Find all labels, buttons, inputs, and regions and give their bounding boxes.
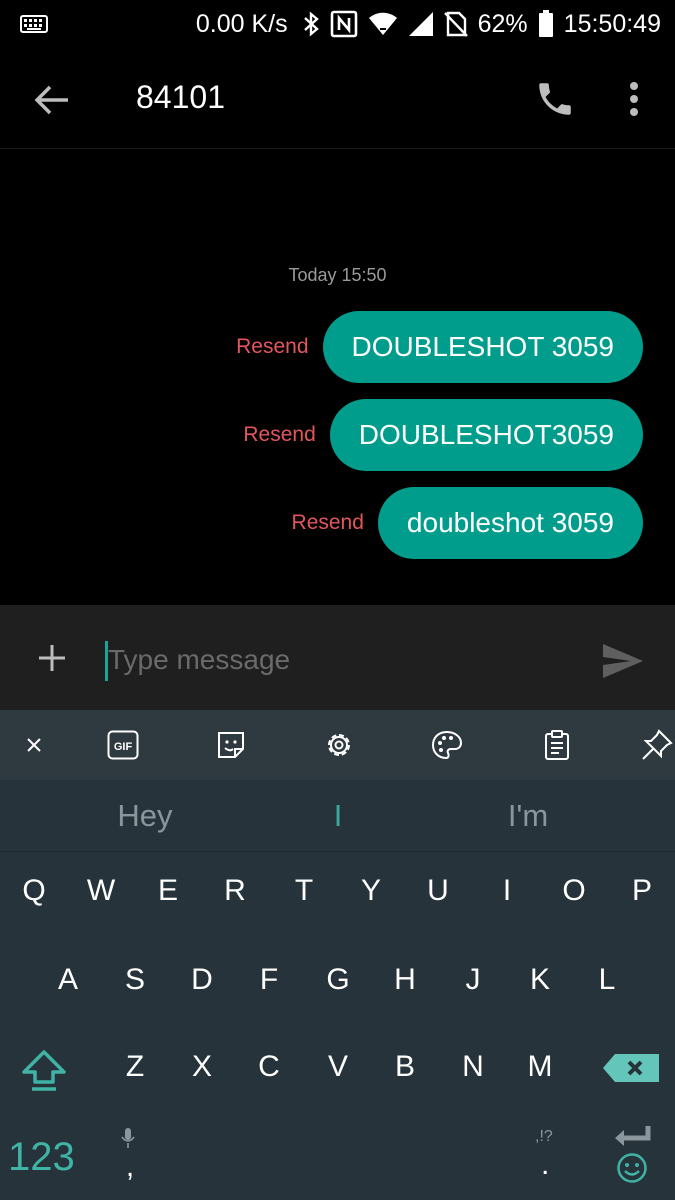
keyboard-icon <box>20 15 48 33</box>
key-a[interactable]: A <box>38 963 98 997</box>
key-n[interactable]: N <box>443 1050 503 1084</box>
message-bubble[interactable]: DOUBLESHOT 3059 <box>322 311 643 383</box>
key-o[interactable]: O <box>544 874 604 908</box>
clipboard-button[interactable] <box>539 727 575 763</box>
bluetooth-icon <box>303 11 319 37</box>
suggestion-right[interactable]: I'm <box>438 798 618 834</box>
app-bar: 84101 <box>0 48 675 149</box>
close-icon <box>27 738 41 752</box>
message-bubble[interactable]: DOUBLESHOT3059 <box>329 399 643 471</box>
keyboard-toolbar: GIF <box>0 710 675 780</box>
signal-icon <box>408 12 433 36</box>
comma-key[interactable]: , <box>120 1150 140 1184</box>
key-e[interactable]: E <box>138 874 198 908</box>
no-sim-icon <box>443 11 468 37</box>
sticker-icon <box>218 732 244 758</box>
clipboard-icon <box>545 730 569 760</box>
battery-icon <box>538 10 553 37</box>
message-row: Resend doubleshot 3059 <box>292 487 643 559</box>
network-speed: 0.00 K/s <box>195 9 288 38</box>
message-row: Resend DOUBLESHOT3059 <box>243 399 643 471</box>
key-x[interactable]: X <box>172 1050 232 1084</box>
key-d[interactable]: D <box>172 963 232 997</box>
back-arrow-icon[interactable] <box>32 80 72 120</box>
close-toolbar-button[interactable] <box>16 727 52 763</box>
sticker-button[interactable] <box>213 727 249 763</box>
resend-link[interactable]: Resend <box>243 423 315 447</box>
key-j[interactable]: J <box>443 963 503 997</box>
symbols-key[interactable]: 123 <box>8 1135 75 1180</box>
keyboard-settings-button[interactable] <box>321 727 357 763</box>
key-r[interactable]: R <box>205 874 265 908</box>
backspace-icon[interactable] <box>601 1052 661 1084</box>
key-v[interactable]: V <box>308 1050 368 1084</box>
key-p[interactable]: P <box>612 874 672 908</box>
gif-button[interactable]: GIF <box>105 727 141 763</box>
battery-percent: 62% <box>477 9 528 38</box>
key-l[interactable]: L <box>577 963 637 997</box>
key-k[interactable]: K <box>510 963 570 997</box>
clock: 15:50:49 <box>563 9 661 38</box>
mic-icon <box>121 1128 135 1148</box>
settings-icon <box>328 734 350 756</box>
resend-link[interactable]: Resend <box>236 335 308 359</box>
key-z[interactable]: Z <box>105 1050 165 1084</box>
key-w[interactable]: W <box>71 874 131 908</box>
shift-icon[interactable] <box>20 1048 68 1092</box>
pin-button[interactable] <box>639 727 675 763</box>
send-icon[interactable] <box>601 642 645 680</box>
gif-icon: GIF <box>107 730 139 760</box>
key-f[interactable]: F <box>239 963 299 997</box>
status-bar: 0.00 K/s 62% 15:50:49 <box>0 0 675 48</box>
gif-label: GIF <box>114 741 133 753</box>
enter-icon[interactable] <box>612 1124 652 1150</box>
emoji-icon[interactable] <box>616 1152 648 1184</box>
key-s[interactable]: S <box>105 963 165 997</box>
key-c[interactable]: C <box>239 1050 299 1084</box>
key-y[interactable]: Y <box>341 874 401 908</box>
key-u[interactable]: U <box>408 874 468 908</box>
resend-link[interactable]: Resend <box>292 511 364 535</box>
message-input[interactable] <box>108 635 578 685</box>
key-h[interactable]: H <box>375 963 435 997</box>
pin-icon <box>642 729 673 760</box>
punctuation-hint: ,!? <box>535 1128 553 1145</box>
suggestion-strip: Hey I I'm <box>0 780 675 852</box>
key-g[interactable]: G <box>308 963 368 997</box>
compose-bar <box>0 605 675 710</box>
more-vert-icon[interactable] <box>622 78 646 120</box>
conversation-title: 84101 <box>136 79 225 115</box>
key-b[interactable]: B <box>375 1050 435 1084</box>
key-t[interactable]: T <box>274 874 334 908</box>
plus-icon[interactable] <box>37 643 67 673</box>
key-m[interactable]: M <box>510 1050 570 1084</box>
keyboard: Q W E R T Y U I O P A S D F G H J K L Z … <box>0 852 675 1200</box>
nfc-icon <box>330 10 357 38</box>
message-bubble[interactable]: doubleshot 3059 <box>377 487 643 559</box>
suggestion-left[interactable]: Hey <box>55 798 235 834</box>
wifi-icon <box>368 12 397 35</box>
message-row: Resend DOUBLESHOT 3059 <box>236 311 643 383</box>
suggestion-center[interactable]: I <box>248 798 428 834</box>
period-key[interactable]: . <box>541 1148 549 1182</box>
key-i[interactable]: I <box>477 874 537 908</box>
key-q[interactable]: Q <box>4 874 64 908</box>
message-list[interactable]: Today 15:50 Resend DOUBLESHOT 3059 Resen… <box>0 150 675 605</box>
palette-icon <box>431 730 463 760</box>
message-timestamp: Today 15:50 <box>288 265 387 285</box>
theme-button[interactable] <box>429 727 465 763</box>
phone-icon[interactable] <box>534 78 576 120</box>
